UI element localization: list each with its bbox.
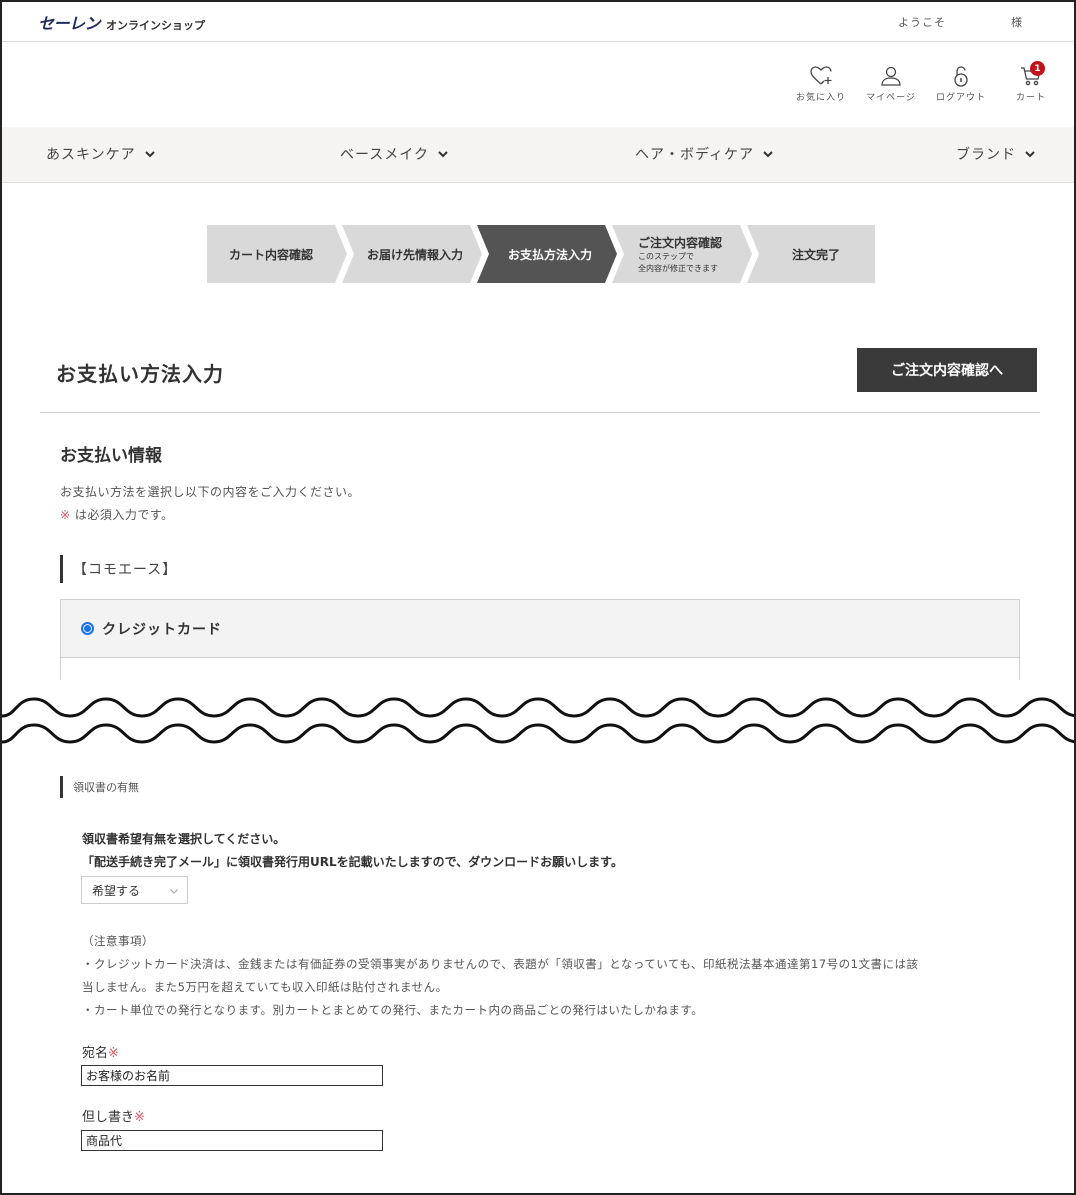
nav-item-label: ヘア・ボディケア (635, 147, 755, 163)
required-note-text: は必須入力です。 (70, 508, 174, 522)
heart-plus-icon (810, 66, 832, 85)
nav-item-label: あスキンケア (46, 147, 136, 163)
checkout-steps: カート内容確認 お届け先情報入力 お支払方法入力 ご注文内容確認 このステップで… (207, 225, 875, 283)
nav-item-label: ブランド (956, 147, 1016, 163)
cart-link[interactable]: 1 カート (996, 61, 1066, 103)
chevron-down-icon (763, 151, 773, 158)
chevron-down-icon (170, 889, 178, 894)
header-icon-row: お気に入り マイページ ログアウト 1 カート (786, 61, 1066, 103)
logout-link[interactable]: ログアウト (926, 64, 996, 103)
mypage-link[interactable]: マイページ (856, 64, 926, 103)
cart-count-badge: 1 (1030, 61, 1045, 76)
payment-info-title: お支払い情報 (60, 446, 162, 466)
user-icon (881, 66, 901, 86)
nav-item-skincare[interactable]: あスキンケア (46, 144, 156, 164)
receipt-instruction-2: 「配送手続き完了メール」に領収書発行用URLを記載いたしますので、ダウンロードお… (82, 855, 623, 869)
required-note: ※ は必須入力です。 (60, 506, 174, 523)
required-mark: ※ (134, 1110, 145, 1125)
select-value: 希望する (92, 883, 141, 898)
addressee-label: 宛名※ (82, 1042, 119, 1061)
nav-item-basemake[interactable]: ベースメイク (340, 144, 449, 164)
step-sub-line1: このステップで (638, 251, 694, 261)
note-line-2: 当しません。また5万円を超えていても収入印紙は貼付されません。 (82, 980, 448, 994)
credit-card-option[interactable]: クレジットカード (61, 600, 1019, 658)
category-nav: あスキンケア ベースメイク ヘア・ボディケア ブランド (2, 127, 1074, 183)
favorites-label: お気に入り (795, 93, 846, 103)
proviso-label-text: 但し書き (82, 1110, 135, 1125)
honorific-text: 様 (1011, 16, 1022, 29)
credit-card-label: クレジットカード (102, 621, 222, 638)
nav-item-haircare[interactable]: ヘア・ボディケア (635, 144, 774, 164)
divider (40, 412, 1040, 413)
receipt-request-select[interactable]: 希望する (81, 876, 188, 904)
nav-item-brand[interactable]: ブランド (956, 144, 1036, 164)
logout-label: ログアウト (935, 93, 986, 103)
wave-separator (2, 680, 1074, 744)
payment-instructions: お支払い方法を選択し以下の内容をご入力ください。 (60, 485, 361, 499)
logo-main-text: セーレン (38, 14, 101, 33)
top-bar: セーレン オンラインショップ ようこそ 様 (2, 2, 1074, 42)
proviso-input[interactable] (81, 1130, 383, 1151)
site-logo[interactable]: セーレン オンラインショップ (38, 10, 205, 34)
chevron-down-icon (438, 151, 448, 158)
step-sub-line2: 全内容が修正できます (638, 263, 718, 273)
addressee-label-text: 宛名 (82, 1046, 109, 1061)
receipt-heading: 領収書の有無 (60, 776, 139, 798)
proviso-label: 但し書き※ (82, 1106, 145, 1125)
radio-selected-dot (84, 625, 91, 632)
payment-group-heading: 【コモエース】 (60, 555, 177, 583)
welcome-text: ようこそ (898, 16, 946, 29)
notes-title: （注意事項） (82, 934, 154, 948)
note-line-1: ・クレジットカード決済は、金銭または有価証券の受領事実がありませんので、表題が「… (82, 957, 919, 971)
chevron-down-icon (144, 151, 155, 158)
receipt-instruction-1: 領収書希望有無を選択してください。 (82, 832, 286, 846)
cart-label: カート (1015, 93, 1046, 103)
required-mark: ※ (60, 508, 71, 522)
page-frame: セーレン オンラインショップ ようこそ 様 お気に入り マイページ ログアウト … (0, 0, 1076, 1195)
step-label: お届け先情報入力 (367, 247, 464, 262)
required-mark: ※ (108, 1046, 119, 1061)
unlock-icon (954, 66, 968, 87)
page-title: お支払い方法入力 (56, 362, 224, 386)
logo-sub-text: オンラインショップ (106, 19, 206, 32)
nav-item-label: ベースメイク (340, 147, 430, 163)
favorites-link[interactable]: お気に入り (786, 64, 856, 103)
addressee-input[interactable] (81, 1065, 383, 1086)
note-line-3: ・カート単位での発行となります。別カートとまとめての発行、またカート内の商品ごと… (82, 1003, 704, 1017)
step-label: 注文完了 (792, 247, 841, 262)
chevron-down-icon (1025, 151, 1035, 158)
mypage-label: マイページ (866, 93, 916, 103)
step-label: カート内容確認 (229, 247, 314, 262)
step-label: ご注文内容確認 (638, 235, 723, 250)
proceed-to-confirm-button[interactable]: ご注文内容確認へ (857, 348, 1037, 392)
credit-card-radio[interactable] (81, 622, 94, 635)
step-label: お支払方法入力 (508, 247, 593, 262)
